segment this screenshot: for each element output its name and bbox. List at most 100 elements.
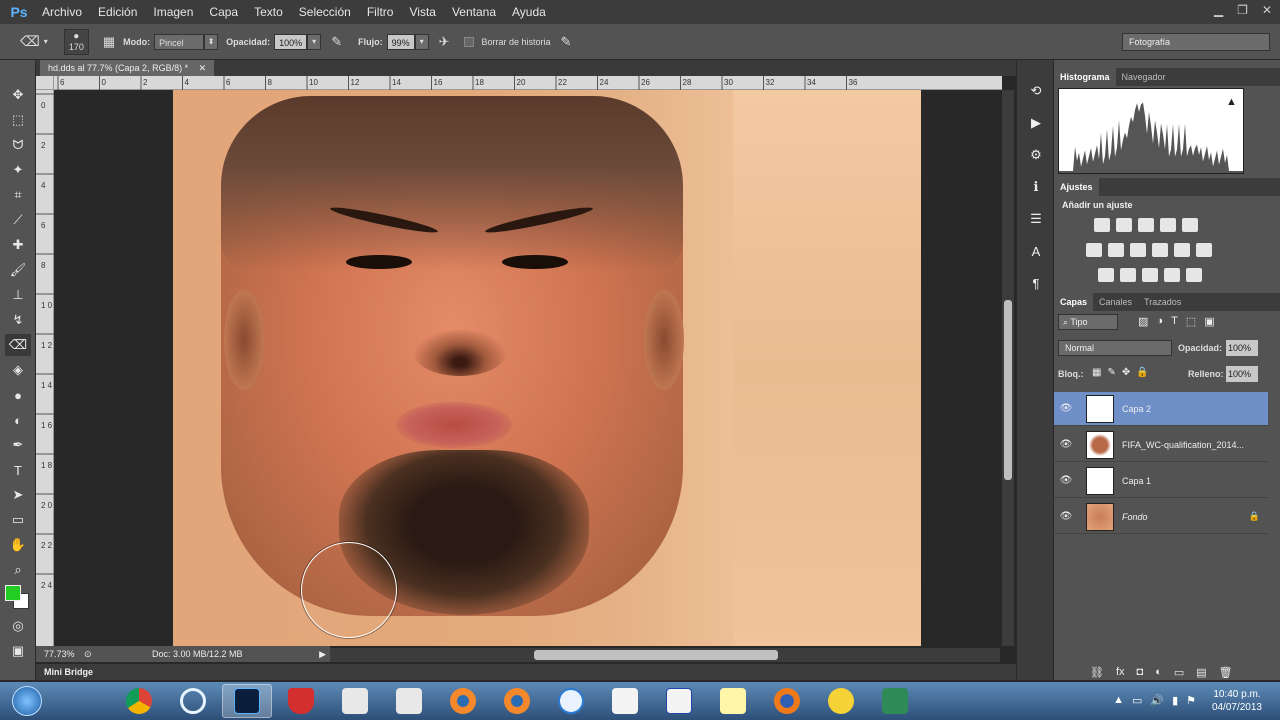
magic-wand-tool-icon[interactable]: ✦ xyxy=(5,159,31,181)
mode-dropdown-icon[interactable]: ⬍ xyxy=(204,33,219,50)
vertical-scroll-thumb[interactable] xyxy=(1004,300,1012,480)
menu-imagen[interactable]: Imagen xyxy=(145,5,201,19)
history-panel-icon[interactable]: ⟲ xyxy=(1023,80,1049,102)
ruler-origin[interactable] xyxy=(36,76,54,90)
erase-history-checkbox[interactable] xyxy=(463,36,474,47)
pen-tool-icon[interactable]: ✒ xyxy=(5,434,31,456)
close-document-icon[interactable]: ✕ xyxy=(199,63,207,73)
taskbar-firefox[interactable] xyxy=(762,684,812,718)
layer-name[interactable]: FIFA_WC-qualification_2014... xyxy=(1122,440,1244,450)
clone-stamp-tool-icon[interactable]: ⊥ xyxy=(5,284,31,306)
taskbar-blender-1[interactable] xyxy=(438,684,488,718)
volume-icon[interactable]: 🔊 xyxy=(1150,694,1164,707)
taskbar-app-spiral[interactable] xyxy=(168,684,218,718)
system-clock[interactable]: 10:40 p.m. 04/07/2013 xyxy=(1212,688,1262,714)
levels-adjust-icon[interactable] xyxy=(1116,218,1132,232)
tab-capas[interactable]: Capas xyxy=(1054,293,1094,311)
black-white-adjust-icon[interactable] xyxy=(1130,243,1146,257)
lock-transparency-icon[interactable]: ▦ xyxy=(1092,367,1101,378)
taskbar-sync[interactable] xyxy=(546,684,596,718)
tab-navegador[interactable]: Navegador xyxy=(1116,68,1172,86)
gradient-map-adjust-icon[interactable] xyxy=(1186,268,1202,282)
layer-style-icon[interactable]: fx xyxy=(1116,666,1125,679)
actions-panel-icon[interactable]: ▶ xyxy=(1023,112,1049,134)
vertical-ruler[interactable]: 0 2 4 6 8 1 0 1 2 1 4 1 6 1 8 2 0 2 2 2 4 xyxy=(36,90,54,646)
posterize-adjust-icon[interactable] xyxy=(1120,268,1136,282)
mode-select[interactable]: Pincel xyxy=(154,33,205,50)
menu-edicion[interactable]: Edición xyxy=(90,5,145,19)
info-panel-icon[interactable]: ℹ xyxy=(1023,176,1049,198)
tab-trazados[interactable]: Trazados xyxy=(1138,293,1187,311)
marquee-tool-icon[interactable]: ⬚ xyxy=(5,109,31,131)
curves-adjust-icon[interactable] xyxy=(1138,218,1154,232)
tray-display-icon[interactable]: ▭ xyxy=(1132,694,1142,707)
taskbar-green-app[interactable] xyxy=(870,684,920,718)
taskbar-chrome[interactable] xyxy=(114,684,164,718)
photo-filter-adjust-icon[interactable] xyxy=(1152,243,1168,257)
visibility-eye-icon[interactable]: 👁 xyxy=(1054,511,1078,522)
new-group-icon[interactable]: ▭ xyxy=(1174,666,1184,679)
layer-row-capa-1[interactable]: 👁 Capa 1 xyxy=(1054,464,1268,498)
horizontal-ruler[interactable]: 6 0 2 4 6 8 10 12 14 16 18 20 22 24 26 28 30 32 34 36 xyxy=(54,76,1002,90)
selective-color-adjust-icon[interactable] xyxy=(1164,268,1180,282)
tool-presets-icon[interactable]: ⚙ xyxy=(1023,144,1049,166)
hue-saturation-adjust-icon[interactable] xyxy=(1086,243,1102,257)
healing-brush-tool-icon[interactable]: ✚ xyxy=(5,234,31,256)
lock-pixels-icon[interactable]: ✎ xyxy=(1107,367,1115,378)
screen-mode-icon[interactable]: ▣ xyxy=(5,640,31,662)
smart-object-filter-icon[interactable]: ▣ xyxy=(1204,315,1214,328)
lock-all-icon[interactable]: 🔒 xyxy=(1136,367,1148,378)
horizontal-scroll-thumb[interactable] xyxy=(534,650,778,660)
flag-icon[interactable]: ⚑ xyxy=(1186,694,1196,707)
tab-histograma[interactable]: Histograma xyxy=(1054,68,1116,86)
new-layer-icon[interactable]: ▤ xyxy=(1196,666,1206,679)
eraser-tool-preset-icon[interactable]: ⌫ xyxy=(20,33,40,50)
color-balance-adjust-icon[interactable] xyxy=(1108,243,1124,257)
flow-input[interactable]: 99% xyxy=(386,33,415,50)
add-mask-icon[interactable]: ◘ xyxy=(1137,666,1144,679)
layer-row-fifa[interactable]: 👁 FIFA_WC-qualification_2014... xyxy=(1054,428,1268,462)
properties-panel-icon[interactable]: ☰ xyxy=(1023,208,1049,230)
brush-panel-toggle-icon[interactable]: ▦ xyxy=(103,34,115,50)
menu-capa[interactable]: Capa xyxy=(201,5,246,19)
adjustment-filter-icon[interactable]: ◑ xyxy=(1156,315,1163,328)
pressure-opacity-icon[interactable]: ✎ xyxy=(331,34,342,50)
status-menu-arrow-icon[interactable]: ▶ xyxy=(319,646,326,662)
delete-layer-icon[interactable]: 🗑 xyxy=(1219,666,1233,679)
tool-preset-dropdown-icon[interactable]: ▾ xyxy=(44,37,48,46)
link-layers-icon[interactable]: ⛓ xyxy=(1090,666,1104,679)
taskbar-app-b[interactable] xyxy=(384,684,434,718)
brush-size-picker[interactable]: ● 170 xyxy=(63,28,89,55)
opacity-input[interactable]: 100% xyxy=(274,33,308,50)
menu-texto[interactable]: Texto xyxy=(246,5,291,19)
mini-bridge-tab[interactable]: Mini Bridge xyxy=(36,664,1016,680)
pressure-size-icon[interactable]: ✎ xyxy=(561,34,572,50)
layer-row-capa-2[interactable]: 👁 Capa 2 xyxy=(1054,392,1268,426)
layer-name[interactable]: Capa 1 xyxy=(1122,476,1151,486)
threshold-adjust-icon[interactable] xyxy=(1142,268,1158,282)
type-tool-icon[interactable]: T xyxy=(5,459,31,481)
opacity-dropdown-icon[interactable]: ▾ xyxy=(307,33,322,50)
eyedropper-tool-icon[interactable]: ⟋ xyxy=(5,209,31,231)
taskbar-antivirus[interactable] xyxy=(276,684,326,718)
layer-opacity-input[interactable]: 100% xyxy=(1226,340,1258,356)
vertical-scrollbar[interactable] xyxy=(1002,90,1014,646)
menu-seleccion[interactable]: Selección xyxy=(291,5,359,19)
shape-filter-icon[interactable]: ⬚ xyxy=(1186,315,1196,328)
brush-tool-icon[interactable]: 🖌 xyxy=(5,259,31,281)
zoom-tool-icon[interactable]: ⌕ xyxy=(5,559,31,581)
horizontal-scrollbar[interactable] xyxy=(330,648,1000,662)
layer-kind-filter[interactable]: ⌕ Tipo xyxy=(1058,314,1118,330)
flow-dropdown-icon[interactable]: ▾ xyxy=(414,33,429,50)
rectangle-tool-icon[interactable]: ▭ xyxy=(5,509,31,531)
path-selection-tool-icon[interactable]: ➤ xyxy=(5,484,31,506)
layer-row-fondo[interactable]: 👁 Fondo 🔒 xyxy=(1054,500,1268,534)
status-info-icon[interactable]: ⊙ xyxy=(84,646,100,662)
paint-bucket-tool-icon[interactable]: ◈ xyxy=(5,359,31,381)
menu-ayuda[interactable]: Ayuda xyxy=(504,5,554,19)
histogram-warning-icon[interactable]: ▲ xyxy=(1226,96,1237,108)
blend-mode-select[interactable]: Normal xyxy=(1058,340,1172,356)
menu-filtro[interactable]: Filtro xyxy=(359,5,402,19)
pixel-filter-icon[interactable]: ▨ xyxy=(1138,315,1148,328)
color-swatches[interactable] xyxy=(3,583,33,609)
